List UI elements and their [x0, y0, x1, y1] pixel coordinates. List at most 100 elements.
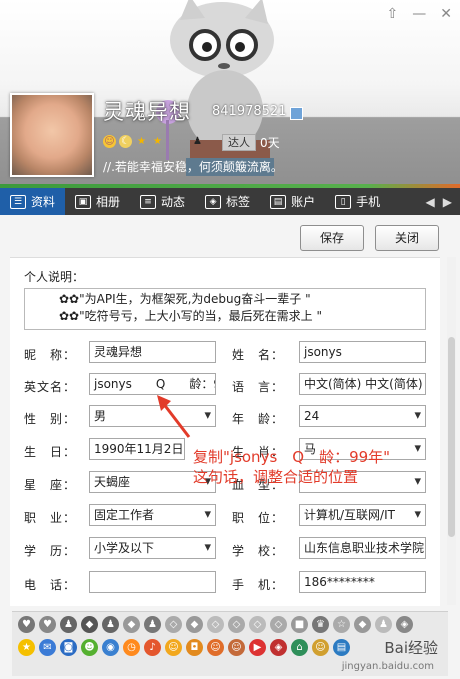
book-icon[interactable]: ▤: [333, 639, 350, 656]
toolbar: 保存 关闭: [0, 215, 460, 257]
minimize-icon[interactable]: —: [412, 6, 426, 22]
penguin-icon[interactable]: ♟: [144, 616, 161, 633]
daren-badge[interactable]: 达人 0天: [222, 134, 280, 151]
account-icon: ▤: [270, 194, 287, 209]
annotation-arrow-icon: [157, 395, 191, 438]
diamond-icon[interactable]: ◇: [228, 616, 245, 633]
age-label: 年 龄：: [232, 412, 285, 426]
education-label: 学 历：: [24, 544, 77, 558]
diamond-icon[interactable]: ◆: [81, 616, 98, 633]
name-label: 姓 名：: [232, 348, 285, 362]
album-icon: ▣: [75, 194, 92, 209]
pet-icon[interactable]: ☺: [312, 639, 329, 656]
annotation-text: 复制"jsonys Q 龄：99年" 这句话，调整合适的位置: [193, 447, 390, 487]
diamond-icon[interactable]: ◇: [165, 616, 182, 633]
phone-label: 电 话：: [24, 578, 77, 592]
diamond-icon[interactable]: ◆: [123, 616, 140, 633]
pet-icon[interactable]: ☺: [165, 639, 182, 656]
emoticon-row: ★ ✉ ◙ ☻ ◉ ◷ ♪ ☺ ◘ ☺ ☺ ▶ ◈ ⌂ ☺ ▤: [12, 633, 448, 656]
music-icon[interactable]: ♪: [144, 639, 161, 656]
school-field[interactable]: 山东信息职业技术学院: [299, 537, 426, 559]
close-button[interactable]: 关闭: [375, 225, 439, 251]
pet-icon[interactable]: ☺: [228, 639, 245, 656]
tab-label: 标签: [226, 195, 251, 209]
education-select[interactable]: 小学及以下: [89, 537, 216, 559]
save-button[interactable]: 保存: [300, 225, 364, 251]
language-field[interactable]: 中文(简体) 中文(简体): [299, 373, 426, 395]
gift-icon[interactable]: ◈: [270, 639, 287, 656]
profile-form: 个人说明： ✿✿"为API生，为框架死,为debug奋斗一辈子 " ✿✿"吃符号…: [10, 257, 440, 606]
gem-icon[interactable]: ◈: [396, 616, 413, 633]
penguin-icon[interactable]: ♟: [102, 616, 119, 633]
camera-icon[interactable]: ◙: [60, 639, 77, 656]
star-sign-label: 星 座：: [24, 478, 77, 492]
close-icon[interactable]: ✕: [440, 6, 452, 22]
tab-album[interactable]: ▣ 相册: [65, 188, 130, 215]
tab-account[interactable]: ▤ 账户: [260, 188, 325, 215]
penguin-icon[interactable]: ♟: [60, 616, 77, 633]
description-line: ✿✿"吃符号亏，上大小写的当，最后死在需求上 ": [59, 309, 322, 323]
signature[interactable]: //.若能幸福安稳，何须颠簸流离。: [103, 158, 283, 175]
mail-icon[interactable]: ✉: [39, 639, 56, 656]
scrollbar[interactable]: [447, 257, 456, 605]
description-line: ✿✿"为API生，为框架死,为debug奋斗一辈子 ": [59, 292, 311, 306]
shirt-icon[interactable]: ⇧: [387, 6, 399, 22]
chevron-right-icon[interactable]: ▶: [443, 195, 452, 209]
daren-label: 达人: [222, 134, 256, 151]
house-icon[interactable]: ⌂: [291, 639, 308, 656]
occupation-select[interactable]: 固定工作者: [89, 504, 216, 526]
birthday-field[interactable]: 1990年11月2日: [89, 438, 185, 460]
diamond-icon[interactable]: ◆: [186, 616, 203, 633]
tab-feed[interactable]: ≡ 动态: [130, 188, 195, 215]
profile-icon: ☰: [10, 194, 26, 209]
crown-icon[interactable]: ♛: [312, 616, 329, 633]
avatar[interactable]: [10, 93, 94, 177]
edit-icon[interactable]: [290, 107, 303, 120]
profile-window: ⇧ — ✕ 灵魂异想 841978521 ☺ ☾ ★ ★ ♟ 达人 0天 //.…: [0, 0, 460, 679]
game-icon[interactable]: ▶: [249, 639, 266, 656]
tab-tags[interactable]: ◈ 标签: [195, 188, 260, 215]
tab-phone[interactable]: ▯ 手机: [325, 188, 390, 215]
clock-icon[interactable]: ◷: [123, 639, 140, 656]
tab-profile[interactable]: ☰ 资料: [0, 188, 66, 215]
diamond-icon[interactable]: ◇: [207, 616, 224, 633]
star-icon: ★: [153, 136, 162, 147]
diamond-icon[interactable]: ◆: [354, 616, 371, 633]
heart-icon[interactable]: ♥: [39, 616, 56, 633]
mobile-field[interactable]: 186********: [299, 571, 426, 593]
position-select[interactable]: 计算机/互联网/IT: [299, 504, 426, 526]
star-icon[interactable]: ☆: [333, 616, 350, 633]
daren-days: 0天: [260, 136, 280, 150]
english-name-field[interactable]: jsonys Q 龄：99年: [89, 373, 216, 395]
nickname-field[interactable]: 灵魂异想: [89, 341, 216, 363]
age-select[interactable]: 24: [299, 405, 426, 427]
window-controls: ⇧ — ✕: [387, 6, 452, 22]
pet-icon[interactable]: ☺: [207, 639, 224, 656]
tab-scroll: ◀ ▶: [426, 195, 460, 209]
watermark-url: jingyan.baidu.com: [341, 661, 434, 672]
level-badges[interactable]: ☺ ☾ ★ ★ ♟: [103, 135, 204, 148]
scrollbar-thumb[interactable]: [448, 337, 455, 537]
penguin-icon[interactable]: ♟: [375, 616, 392, 633]
watermark: Bai经验: [384, 639, 438, 657]
heart-icon[interactable]: ♥: [18, 616, 35, 633]
description-textarea[interactable]: ✿✿"为API生，为框架死,为debug奋斗一辈子 " ✿✿"吃符号亏，上大小写…: [24, 288, 426, 330]
shield-icon[interactable]: ◘: [186, 639, 203, 656]
star-icon[interactable]: ★: [18, 639, 35, 656]
language-label: 语 言：: [232, 380, 285, 394]
emoticon-row: ♥ ♥ ♟ ◆ ♟ ◆ ♟ ◇ ◆ ◇ ◇ ◇ ◇ ■ ♛ ☆ ◆ ♟ ◈: [12, 612, 448, 633]
tab-label: 账户: [291, 195, 316, 209]
chevron-left-icon[interactable]: ◀: [426, 195, 435, 209]
game-icon[interactable]: ☻: [81, 639, 98, 656]
diamond-icon[interactable]: ◇: [270, 616, 287, 633]
eye-icon[interactable]: ◉: [102, 639, 119, 656]
sun-icon: ☺: [103, 135, 116, 148]
diamond-icon[interactable]: ◇: [249, 616, 266, 633]
phone-field[interactable]: [89, 571, 216, 593]
gender-select[interactable]: 男: [89, 405, 216, 427]
nickname-title: 灵魂异想: [103, 100, 191, 124]
box-icon[interactable]: ■: [291, 616, 308, 633]
occupation-label: 职 业：: [24, 511, 77, 525]
name-field[interactable]: jsonys: [299, 341, 426, 363]
penguin-icon: ♟: [193, 136, 202, 147]
